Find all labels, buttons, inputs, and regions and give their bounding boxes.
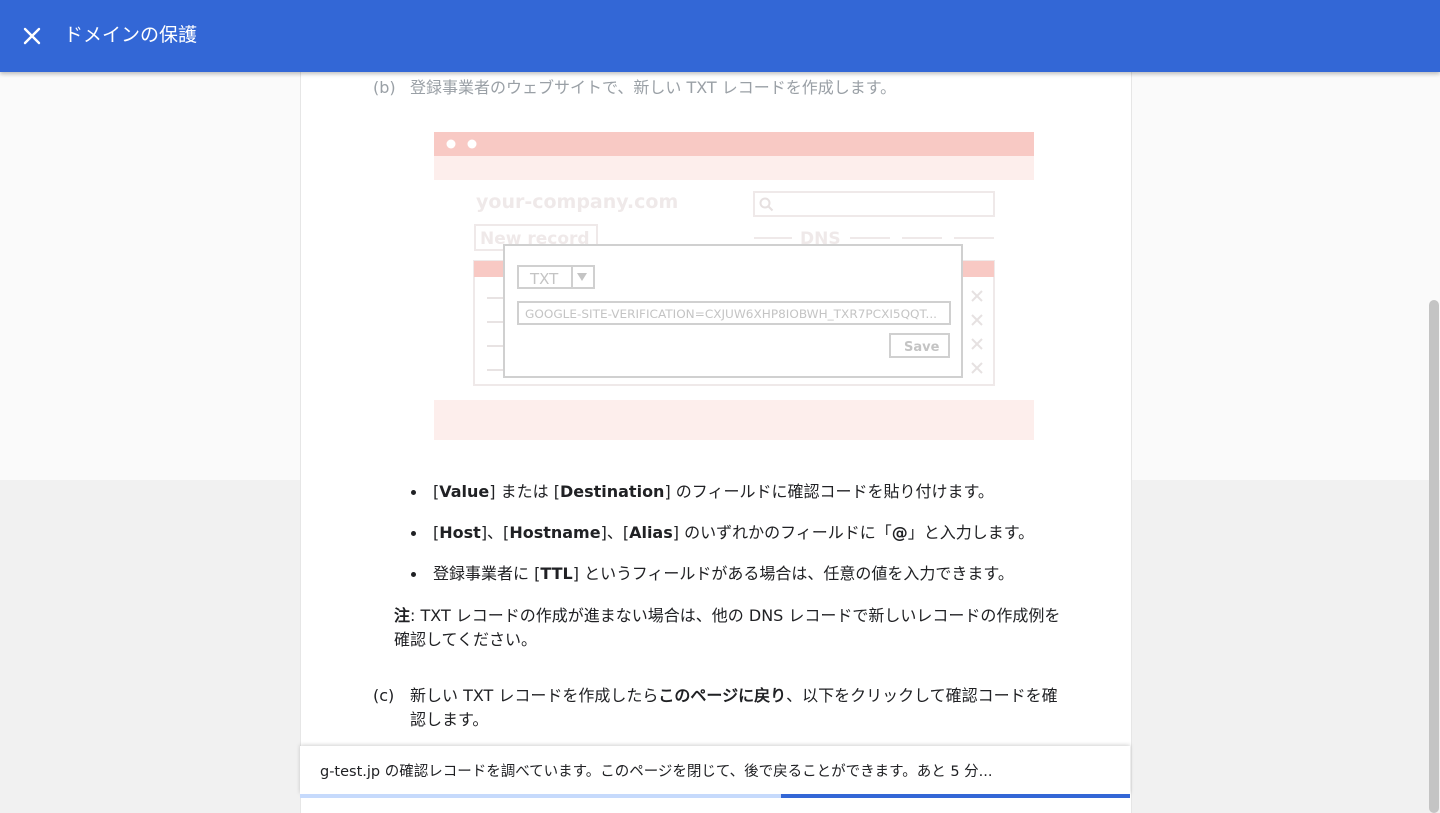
instruction-list: [Value] または [Destination] のフィールドに確認コードを貼… — [409, 480, 1049, 603]
list-item: [Value] または [Destination] のフィールドに確認コードを貼… — [409, 480, 1049, 504]
step-c: (c) 新しい TXT レコードを作成したらこのページに戻り、以下をクリックして… — [373, 684, 1073, 734]
step-b-text: 登録事業者のウェブサイトで、新しい TXT レコードを作成します。 — [410, 78, 897, 97]
site-name-text: your-company.com — [476, 191, 678, 213]
note-text: 注: TXT レコードの作成が進まない場合は、他の DNS レコードで新しいレコ… — [394, 606, 1061, 649]
window-dot-1 — [446, 139, 456, 149]
close-icon — [23, 27, 41, 45]
txt-value-text: GOOGLE-SITE-VERIFICATION=CXJUW6XHP8IOBWH… — [525, 307, 937, 321]
close-button[interactable] — [14, 18, 50, 54]
content-sheet: (b) 登録事業者のウェブサイトで、新しい TXT レコードを作成します。 yo… — [300, 72, 1132, 813]
page-scrollbar[interactable] — [1429, 300, 1439, 813]
status-message: g-test.jp の確認レコードを調べています。このページを閉じて、後で戻るこ… — [320, 764, 993, 780]
record-type-text: TXT — [529, 270, 559, 288]
window-dot-2 — [467, 139, 477, 149]
verification-status-bar: g-test.jp の確認レコードを調べています。このページを閉じて、後で戻るこ… — [300, 746, 1130, 798]
step-b-letter: (b) — [373, 78, 396, 97]
app-header: ドメインの保護 — [0, 0, 1440, 72]
step-c-letter: (c) — [373, 686, 395, 705]
progress-indicator — [781, 794, 1130, 798]
progress-bar — [300, 794, 1130, 798]
step-c-text: 新しい TXT レコードを作成したらこのページに戻り、以下をクリックして確認コー… — [410, 686, 1058, 729]
page-title: ドメインの保護 — [64, 24, 198, 46]
save-text: Save — [904, 340, 940, 355]
note-label: 注 — [394, 606, 411, 625]
dns-record-illustration: your-company.com New record DNS TXT GOOG… — [434, 132, 1034, 440]
list-item: [Host]、[Hostname]、[Alias] のいずれかのフィールドに「@… — [409, 521, 1049, 545]
browser-titlebar — [434, 132, 1034, 156]
illus-search-box — [753, 191, 995, 217]
list-item: 登録事業者に [TTL] というフィールドがある場合は、任意の値を入力できます。 — [409, 562, 1049, 586]
step-b: (b) 登録事業者のウェブサイトで、新しい TXT レコードを作成します。 — [373, 76, 1073, 100]
